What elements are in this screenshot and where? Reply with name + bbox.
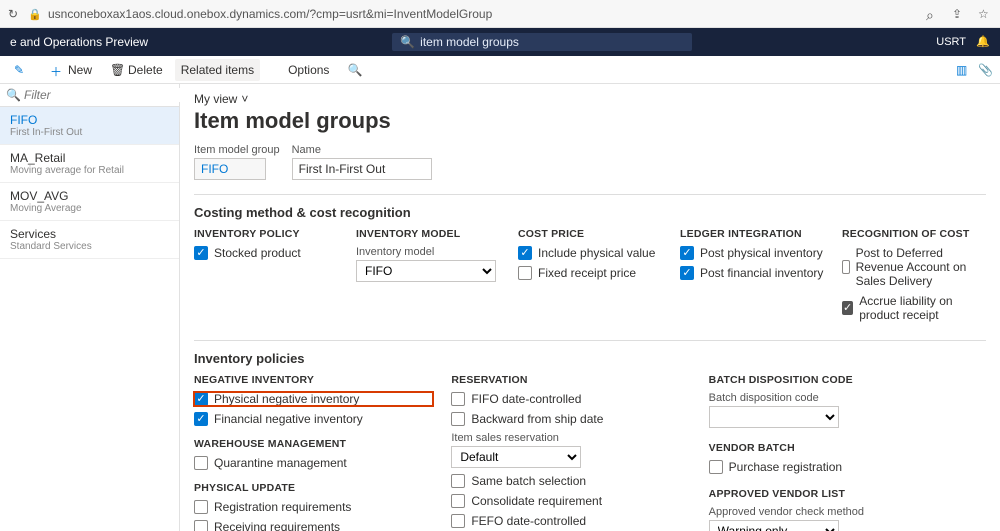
view-selector[interactable]: My view xyxy=(194,92,986,106)
group-negative-inventory: NEGATIVE INVENTORY xyxy=(194,374,433,386)
inventory-model-label: Inventory model xyxy=(356,246,500,258)
post-deferred-revenue-checkbox[interactable]: Post to Deferred Revenue Account on Sale… xyxy=(842,246,986,288)
group-reservation: RESERVATION xyxy=(451,374,690,386)
bell-icon[interactable] xyxy=(976,35,990,49)
search-icon xyxy=(6,88,20,102)
fifo-date-controlled-checkbox[interactable]: FIFO date-controlled xyxy=(451,392,690,406)
receiving-requirements-checkbox[interactable]: Receiving requirements xyxy=(194,520,433,531)
fefo-date-controlled-checkbox[interactable]: FEFO date-controlled xyxy=(451,514,690,528)
search-input[interactable] xyxy=(420,35,684,49)
app-header: e and Operations Preview USRT xyxy=(0,28,1000,56)
list-item-services[interactable]: Services Standard Services xyxy=(0,221,179,259)
main-pane: My view Item model groups Item model gro… xyxy=(180,84,1000,531)
plus-icon xyxy=(50,63,64,77)
accrue-liability-checkbox[interactable]: ✓Accrue liability on product receipt xyxy=(842,294,986,322)
options-button[interactable]: Options xyxy=(282,59,335,81)
group-vendor-batch: VENDOR BATCH xyxy=(709,442,948,454)
office-icon[interactable] xyxy=(956,63,970,77)
list-item-fifo[interactable]: FIFO First In-First Out xyxy=(0,107,179,145)
list-item-ma-retail[interactable]: MA_Retail Moving average for Retail xyxy=(0,145,179,183)
group-inventory-policy: INVENTORY POLICY xyxy=(194,228,338,240)
command-bar: New Delete Related items Options xyxy=(0,56,1000,84)
include-physical-checkbox[interactable]: ✓Include physical value xyxy=(518,246,662,260)
imgroup-field[interactable] xyxy=(194,158,266,180)
browser-chrome: usnconeboxax1aos.cloud.onebox.dynamics.c… xyxy=(0,0,1000,28)
backward-ship-date-checkbox[interactable]: Backward from ship date xyxy=(451,412,690,426)
lock-icon xyxy=(28,7,42,21)
same-batch-selection-checkbox[interactable]: Same batch selection xyxy=(451,474,690,488)
group-batch-disposition: BATCH DISPOSITION CODE xyxy=(709,374,948,386)
list-sidebar: FIFO First In-First Out MA_Retail Moving… xyxy=(0,84,180,531)
edit-button[interactable] xyxy=(8,59,38,81)
zoom-icon[interactable] xyxy=(926,7,940,21)
consolidate-requirement-checkbox[interactable]: Consolidate requirement xyxy=(451,494,690,508)
section-costing[interactable]: Costing method & cost recognition xyxy=(194,205,986,220)
edit-icon xyxy=(14,63,28,77)
share-icon[interactable] xyxy=(952,7,966,21)
batch-disposition-label: Batch disposition code xyxy=(709,392,948,404)
group-cost-price: COST PRICE xyxy=(518,228,662,240)
inventory-model-select[interactable]: FIFO xyxy=(356,260,496,282)
purchase-registration-checkbox[interactable]: Purchase registration xyxy=(709,460,948,474)
group-ledger-integration: LEDGER INTEGRATION xyxy=(680,228,824,240)
physical-negative-inventory-checkbox[interactable]: ✓Physical negative inventory xyxy=(194,392,433,406)
page-title: Item model groups xyxy=(194,108,986,134)
section-inventory-policies[interactable]: Inventory policies xyxy=(194,351,986,366)
favorite-icon[interactable] xyxy=(978,7,992,21)
chevron-down-icon xyxy=(241,92,255,106)
approved-vendor-check-label: Approved vendor check method xyxy=(709,506,948,518)
delete-button[interactable]: Delete xyxy=(104,59,169,81)
global-search[interactable] xyxy=(392,33,692,51)
search-icon xyxy=(347,63,361,77)
find-button[interactable] xyxy=(341,59,367,81)
new-button[interactable]: New xyxy=(44,59,98,81)
quarantine-management-checkbox[interactable]: Quarantine management xyxy=(194,456,433,470)
trash-icon xyxy=(110,63,124,77)
financial-negative-inventory-checkbox[interactable]: ✓Financial negative inventory xyxy=(194,412,433,426)
company-code[interactable]: USRT xyxy=(936,36,966,48)
list-item-mov-avg[interactable]: MOV_AVG Moving Average xyxy=(0,183,179,221)
stocked-product-checkbox[interactable]: ✓Stocked product xyxy=(194,246,338,260)
item-sales-reservation-label: Item sales reservation xyxy=(451,432,690,444)
filter-box[interactable] xyxy=(0,84,179,107)
registration-requirements-checkbox[interactable]: Registration requirements xyxy=(194,500,433,514)
batch-disposition-select[interactable] xyxy=(709,406,839,428)
filter-input[interactable] xyxy=(24,88,181,102)
fixed-receipt-checkbox[interactable]: Fixed receipt price xyxy=(518,266,662,280)
group-physical-update: PHYSICAL UPDATE xyxy=(194,482,433,494)
group-approved-vendor-list: APPROVED VENDOR LIST xyxy=(709,488,948,500)
item-sales-reservation-select[interactable]: Default xyxy=(451,446,581,468)
post-financial-inventory-checkbox[interactable]: ✓Post financial inventory xyxy=(680,266,824,280)
approved-vendor-check-select[interactable]: Warning only xyxy=(709,520,839,531)
name-label: Name xyxy=(292,144,432,156)
group-recognition-cost: RECOGNITION OF COST xyxy=(842,228,986,240)
app-title: e and Operations Preview xyxy=(10,35,148,49)
group-warehouse-management: WAREHOUSE MANAGEMENT xyxy=(194,438,433,450)
post-physical-inventory-checkbox[interactable]: ✓Post physical inventory xyxy=(680,246,824,260)
imgroup-label: Item model group xyxy=(194,144,280,156)
refresh-icon[interactable] xyxy=(8,7,22,21)
search-icon xyxy=(400,35,414,49)
related-items-button[interactable]: Related items xyxy=(175,59,260,81)
url-text: usnconeboxax1aos.cloud.onebox.dynamics.c… xyxy=(48,7,492,21)
name-field[interactable] xyxy=(292,158,432,180)
group-inventory-model: INVENTORY MODEL xyxy=(356,228,500,240)
attach-icon[interactable] xyxy=(978,63,992,77)
